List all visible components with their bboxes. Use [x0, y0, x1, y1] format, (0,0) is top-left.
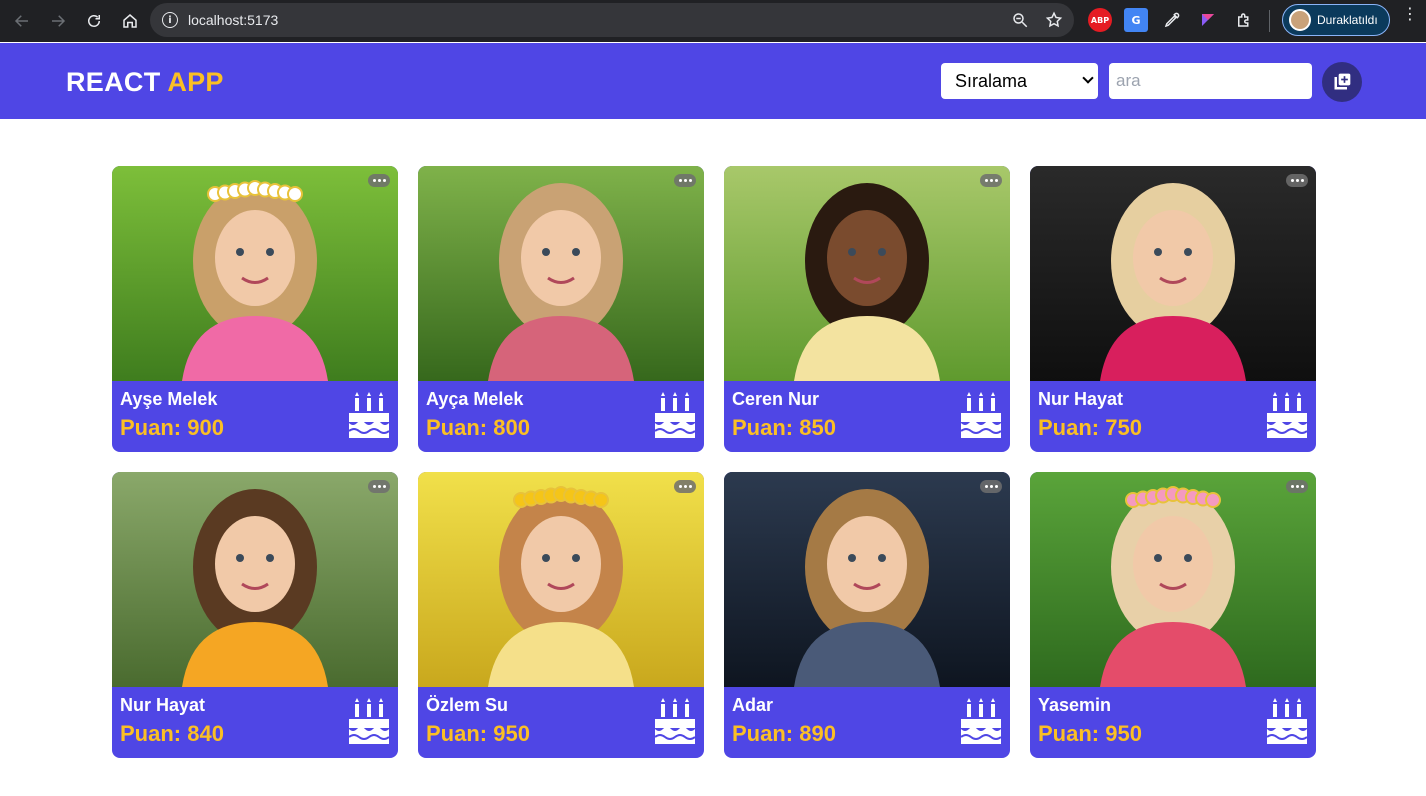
site-info-icon[interactable]: i	[162, 12, 178, 28]
profile-card[interactable]: Nur Hayat Puan: 840	[112, 472, 398, 758]
more-options-icon[interactable]	[1286, 174, 1308, 187]
card-info: Nur Hayat Puan: 840	[112, 687, 398, 758]
profile-photo	[1030, 472, 1316, 687]
more-options-icon[interactable]	[1286, 480, 1308, 493]
reload-icon[interactable]	[80, 7, 108, 35]
birthday-cake-icon[interactable]	[654, 392, 696, 438]
browser-menu-icon[interactable]: ⋮	[1402, 6, 1418, 22]
card-info: Yasemin Puan: 950	[1030, 687, 1316, 758]
profile-photo	[1030, 166, 1316, 381]
add-library-icon	[1334, 73, 1351, 90]
profile-name: Duraklatıldı	[1317, 13, 1378, 27]
card-info: Özlem Su Puan: 950	[418, 687, 704, 758]
brand-main: REACT	[66, 67, 161, 97]
card-score: Puan: 890	[732, 721, 836, 746]
birthday-cake-icon[interactable]	[654, 698, 696, 744]
avatar	[1289, 9, 1311, 31]
profile-photo	[112, 166, 398, 381]
forward-icon[interactable]	[44, 7, 72, 35]
home-icon[interactable]	[116, 7, 144, 35]
flag-extension-icon[interactable]	[1196, 8, 1220, 32]
birthday-cake-icon[interactable]	[1266, 392, 1308, 438]
add-item-button[interactable]	[1322, 62, 1362, 102]
more-options-icon[interactable]	[368, 480, 390, 493]
zoom-icon[interactable]	[1010, 10, 1030, 30]
browser-toolbar: i localhost:5173 ABP G Duraklatıldı ⋮	[0, 0, 1426, 42]
more-options-icon[interactable]	[980, 174, 1002, 187]
more-options-icon[interactable]	[980, 480, 1002, 493]
birthday-cake-icon[interactable]	[960, 392, 1002, 438]
card-name: Özlem Su	[426, 695, 509, 715]
chevron-down-icon	[1082, 72, 1094, 84]
card-score: Puan: 950	[426, 721, 530, 746]
profile-card[interactable]: Ceren Nur Puan: 850	[724, 166, 1010, 452]
profile-card[interactable]: Ayşe Melek Puan: 900	[112, 166, 398, 452]
card-name: Adar	[732, 695, 774, 715]
birthday-cake-icon[interactable]	[960, 698, 1002, 744]
address-bar[interactable]: i localhost:5173	[150, 3, 1074, 37]
adblock-extension-icon[interactable]: ABP	[1088, 8, 1112, 32]
app-logo[interactable]: REACT APP	[66, 67, 224, 98]
search-input[interactable]	[1109, 63, 1312, 99]
card-name: Nur Hayat	[1038, 389, 1124, 409]
profile-card[interactable]: Yasemin Puan: 950	[1030, 472, 1316, 758]
card-score: Puan: 840	[120, 721, 224, 746]
bookmark-star-icon[interactable]	[1044, 10, 1064, 30]
back-icon[interactable]	[8, 7, 36, 35]
card-name: Yasemin	[1038, 695, 1112, 715]
card-info: Ayça Melek Puan: 800	[418, 381, 704, 452]
card-score: Puan: 950	[1038, 721, 1142, 746]
profile-card-grid: Ayşe Melek Puan: 900 Ayça Melek Puan: 80…	[112, 166, 1316, 758]
profile-photo	[418, 472, 704, 687]
extensions-puzzle-icon[interactable]	[1232, 8, 1256, 32]
sort-select-value: Sıralama	[955, 70, 1028, 91]
translate-extension-icon[interactable]: G	[1124, 8, 1148, 32]
card-name: Ceren Nur	[732, 389, 820, 409]
toolbar-divider	[1269, 10, 1270, 32]
more-options-icon[interactable]	[674, 480, 696, 493]
more-options-icon[interactable]	[368, 174, 390, 187]
birthday-cake-icon[interactable]	[1266, 698, 1308, 744]
card-score: Puan: 900	[120, 415, 224, 440]
card-score: Puan: 750	[1038, 415, 1142, 440]
sort-select[interactable]: Sıralama	[941, 63, 1098, 99]
card-info: Adar Puan: 890	[724, 687, 1010, 758]
more-options-icon[interactable]	[674, 174, 696, 187]
card-name: Nur Hayat	[120, 695, 206, 715]
eyedropper-extension-icon[interactable]	[1160, 8, 1184, 32]
profile-button[interactable]: Duraklatıldı	[1282, 4, 1390, 36]
profile-photo	[724, 472, 1010, 687]
profile-card[interactable]: Adar Puan: 890	[724, 472, 1010, 758]
birthday-cake-icon[interactable]	[348, 392, 390, 438]
profile-card[interactable]: Özlem Su Puan: 950	[418, 472, 704, 758]
app-header: REACT APP Sıralama	[0, 43, 1426, 119]
card-score: Puan: 850	[732, 415, 836, 440]
card-info: Nur Hayat Puan: 750	[1030, 381, 1316, 452]
card-name: Ayça Melek	[426, 389, 524, 409]
card-info: Ceren Nur Puan: 850	[724, 381, 1010, 452]
birthday-cake-icon[interactable]	[348, 698, 390, 744]
profile-photo	[724, 166, 1010, 381]
profile-card[interactable]: Nur Hayat Puan: 750	[1030, 166, 1316, 452]
profile-card[interactable]: Ayça Melek Puan: 800	[418, 166, 704, 452]
card-name: Ayşe Melek	[120, 389, 218, 409]
profile-photo	[112, 472, 398, 687]
card-score: Puan: 800	[426, 415, 530, 440]
address-url[interactable]: localhost:5173	[188, 12, 278, 28]
brand-accent: APP	[167, 67, 224, 97]
card-info: Ayşe Melek Puan: 900	[112, 381, 398, 452]
profile-photo	[418, 166, 704, 381]
